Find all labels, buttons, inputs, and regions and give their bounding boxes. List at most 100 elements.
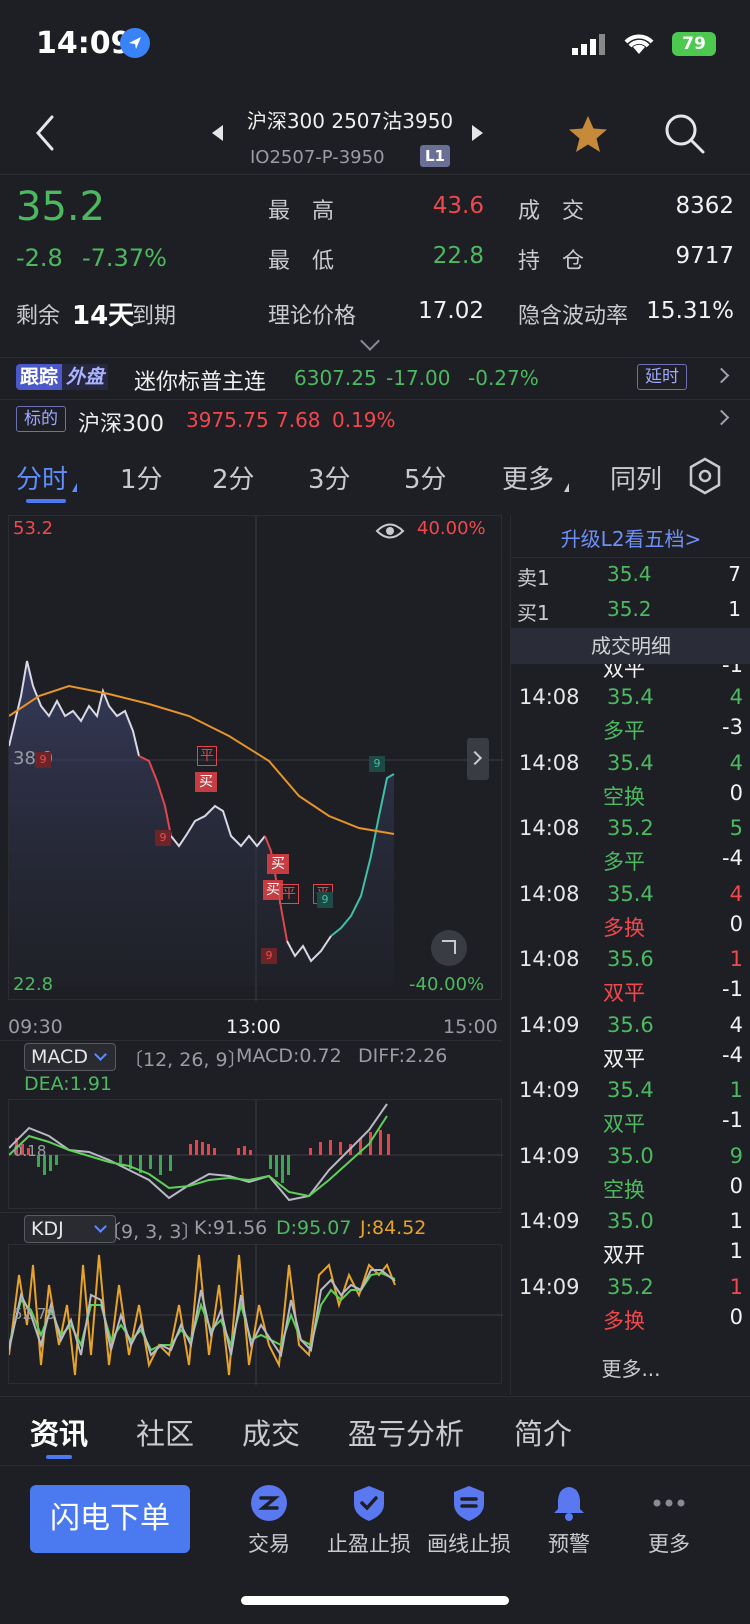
line-stop-loss-action[interactable]: 画线止损 [419, 1468, 519, 1568]
tracking-badge: 跟踪 外盘 [16, 364, 118, 390]
trade-type: 双平 [603, 981, 645, 1005]
macd-axis-label: 0.18 [13, 1142, 47, 1160]
trade-type: 空换 [603, 1177, 645, 1202]
d-value: D:95.07 [276, 1217, 352, 1239]
shield-check-icon [354, 1486, 384, 1521]
ask-qty: 7 [728, 562, 741, 586]
fullscreen-icon[interactable] [431, 930, 467, 966]
intraday-chart[interactable]: 53.2 40.00% 38.0 22.8 -40.00% 平 买 买 买 平 … [8, 515, 503, 1001]
trade-price: 35.2 [607, 816, 654, 840]
tab-profile[interactable]: 简介 [514, 1411, 572, 1453]
trade-row: 14:08 35.2 5 多平 -4 [511, 812, 750, 876]
tab-community[interactable]: 社区 [136, 1411, 194, 1453]
take-profit-stop-loss-action[interactable]: 止盈止损 [319, 1468, 419, 1568]
trade-row: 14:08 35.4 4 空换 0 [511, 747, 750, 811]
count-marker: 9 [35, 752, 51, 768]
kdj-chart[interactable]: 52.79 [8, 1244, 503, 1385]
diff-value: DIFF:2.26 [358, 1045, 448, 1067]
trade-row: 14:09 35.0 1 双开 1 [511, 1205, 750, 1269]
open-interest-value: 9717 [675, 243, 734, 269]
trade-volume: 4 [729, 881, 743, 906]
expiry-days: 14天 [72, 301, 135, 331]
underlying-change-pct: 0.19% [332, 408, 396, 432]
trade-action[interactable]: 交易 [219, 1468, 319, 1568]
chart-settings-icon[interactable] [688, 457, 722, 495]
signal-marker-buy: 买 [267, 854, 289, 874]
more-trades-link[interactable]: 更多... [511, 1353, 750, 1382]
tab-news[interactable]: 资讯 [30, 1411, 88, 1453]
y-axis-top: 53.2 [13, 518, 54, 539]
expand-quote-chevron-icon[interactable] [360, 331, 380, 351]
macd-chart[interactable]: 0.18 [8, 1099, 503, 1210]
trade-oi-delta: -4 [722, 1042, 743, 1067]
macd-selector[interactable]: MACD [24, 1043, 116, 1071]
macd-params: 〔12, 26, 9〕 [124, 1049, 247, 1071]
tab-pnl-analysis[interactable]: 盈亏分析 [348, 1411, 464, 1453]
contract-name: 沪深300 2507沽3950 [246, 109, 454, 133]
trade-oi-delta: 0 [729, 780, 743, 805]
tab-timeshare[interactable]: 分时 [16, 459, 68, 496]
upgrade-l2-link[interactable]: 升级L2看五档> [511, 523, 750, 552]
info-tabs: 资讯 社区 成交 盈亏分析 简介 [0, 1396, 750, 1466]
trade-row: 14:09 35.4 1 双平 -1 [511, 1074, 750, 1138]
tab-3min[interactable]: 3分 [308, 459, 351, 496]
order-book-panel: 升级L2看五档> 卖1 35.4 7 买1 35.2 1 成交明细 双平 -1 … [510, 515, 750, 1395]
eye-icon[interactable] [375, 520, 405, 542]
side-panel-toggle[interactable] [467, 738, 489, 780]
tab-more[interactable]: 更多 [502, 459, 554, 496]
k-value: K:91.56 [194, 1217, 268, 1239]
trade-row: 14:08 35.4 4 多换 0 [511, 878, 750, 942]
tab-5min[interactable]: 5分 [404, 459, 447, 496]
underlying-row[interactable]: 标的 沪深300 3975.75 7.68 0.19% [0, 399, 750, 439]
tab-1min[interactable]: 1分 [120, 459, 163, 496]
y-axis-bottom: 22.8 [13, 974, 54, 995]
x-axis-start: 09:30 [8, 1016, 63, 1038]
trade-time: 14:08 [519, 881, 580, 906]
trade-price: 35.4 [607, 881, 654, 906]
trade-row: 14:09 35.6 4 双平 -4 [511, 1009, 750, 1073]
search-icon[interactable] [662, 111, 706, 155]
oi-label: 持 仓 [518, 249, 585, 274]
tracking-change-pct: -0.27% [468, 366, 539, 390]
flash-order-button[interactable]: 闪电下单 [30, 1485, 190, 1553]
more-action[interactable]: 更多 [619, 1468, 719, 1568]
expiry-suffix: 到期 [132, 304, 177, 329]
prev-contract-arrow[interactable] [212, 125, 223, 141]
tab-trades[interactable]: 成交 [242, 1411, 300, 1453]
chevron-right-icon [713, 409, 730, 426]
chevron-right-icon [713, 367, 730, 384]
tracking-row[interactable]: 跟踪 外盘 迷你标普主连 6307.25 -17.00 -0.27% 延时 [0, 357, 750, 397]
trade-time: 14:08 [519, 947, 580, 971]
favorite-star-icon[interactable] [566, 113, 610, 157]
trade-type: 多平 [603, 719, 645, 743]
back-button[interactable] [30, 113, 60, 153]
trade-price: 35.6 [607, 947, 654, 971]
count-marker: 9 [369, 756, 385, 772]
bid-label: 买1 [517, 601, 550, 625]
trade-time: 14:09 [519, 1209, 580, 1233]
alert-action[interactable]: 预警 [519, 1468, 619, 1568]
trade-row: 14:08 35.6 1 双平 -1 [511, 943, 750, 1007]
partial-trade-row: 双平 -1 [603, 664, 743, 681]
trade-time: 14:08 [519, 750, 580, 775]
tracking-price: 6307.25 [294, 366, 377, 390]
bell-icon [554, 1487, 584, 1521]
tab-2min[interactable]: 2分 [212, 459, 255, 496]
trade-type: 空换 [603, 784, 645, 809]
trade-list[interactable]: 14:08 35.4 4 多平 -3 14:08 35.4 4 空换 0 14:08 35.2 5 多平 -… [511, 681, 750, 1333]
tab-same-series[interactable]: 同列 [610, 459, 662, 496]
action-bar: 闪电下单 交易 止盈止损 画线止损 预警 更多 [0, 1468, 750, 1624]
trade-volume: 1 [729, 1209, 743, 1233]
trade-time: 14:09 [519, 1078, 580, 1102]
wifi-icon [624, 34, 654, 54]
shield-lines-icon [454, 1486, 484, 1521]
next-contract-arrow[interactable] [472, 125, 483, 141]
trade-time: 14:09 [519, 1012, 580, 1037]
trade-price: 35.6 [607, 1012, 654, 1037]
trade-oi-delta: -1 [722, 977, 743, 1001]
signal-marker-close: 平 [279, 884, 299, 904]
trade-oi-delta: -4 [722, 846, 743, 870]
trade-volume: 4 [729, 1012, 743, 1037]
trade-row: 14:09 35.0 9 空换 0 [511, 1140, 750, 1204]
x-axis-end: 15:00 [443, 1016, 498, 1038]
